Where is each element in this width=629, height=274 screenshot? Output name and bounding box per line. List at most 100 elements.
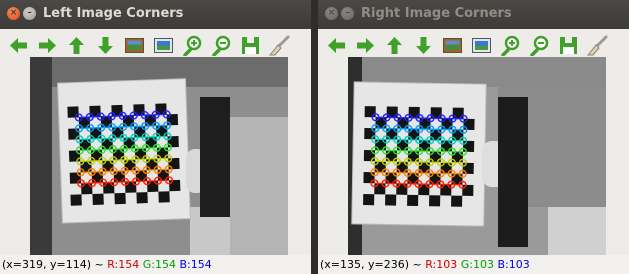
checker-square [81,182,93,195]
window-title: Right Image Corners [361,6,512,21]
checker-square [440,184,452,196]
checker-square [70,194,82,206]
checkerboard [351,81,487,227]
right-image-window: × – Right Image Corners (x=135, y=236) ~… [318,0,629,274]
image-view[interactable] [30,57,288,255]
checker-square [135,170,148,182]
checker-square [103,182,115,194]
checker-square [430,107,442,119]
pan-right-button[interactable] [353,33,378,58]
minimize-button[interactable]: – [23,7,36,20]
checker-square [407,172,419,185]
checker-square [134,148,147,160]
checker-square [407,194,419,207]
checker-square [396,161,408,173]
checker-square [156,147,169,159]
image-view[interactable] [348,57,606,255]
checker-square [124,159,136,171]
zoom-fit-icon [125,37,144,53]
checker-square [145,136,157,149]
checker-square [407,150,420,163]
zoom-out-icon [530,35,549,56]
pan-down-button[interactable] [93,33,118,58]
checker-square [375,117,387,129]
checker-square [429,195,441,207]
checker-square [385,194,397,206]
checker-square [419,140,431,152]
title-bar[interactable]: × – Right Image Corners [318,0,629,29]
status-bar: (x=135, y=236) ~ R:103 G:103 B:103 [318,255,629,274]
blue-value: B:154 [179,258,212,271]
pan-right-button[interactable] [35,33,60,58]
minimize-button[interactable]: – [341,7,354,20]
zoom-out-button[interactable] [209,33,234,58]
zoom-out-button[interactable] [527,33,552,58]
checker-square [112,126,124,139]
checker-square [123,137,135,149]
checker-square [429,151,442,163]
checker-square [462,162,474,174]
pixel-coords: (x=319, y=114) ~ [2,258,108,271]
checker-square [463,140,475,152]
pan-left-button[interactable] [6,33,31,58]
checker-square [385,172,397,184]
checker-square [122,115,135,127]
brush-icon [269,35,290,55]
checker-square [155,103,167,115]
pan-up-button[interactable] [64,33,89,58]
arm [200,97,230,217]
save-button[interactable] [238,33,263,58]
zoom-original-icon [472,37,491,53]
checker-square [80,161,92,173]
checker-square [451,151,464,163]
arrow-right-icon [39,37,56,53]
checker-square [408,128,420,141]
zoom-in-icon [183,35,202,56]
checker-square [451,195,463,207]
pan-down-button[interactable] [411,33,436,58]
red-value: R:103 [425,258,458,271]
checker-square [385,150,398,162]
checker-square [157,169,170,181]
checker-square [156,125,168,137]
status-bar: (x=319, y=114) ~ R:154 G:154 B:154 [0,255,311,274]
checker-square [397,139,409,151]
zoom-original-button[interactable] [151,33,176,58]
checker-square [136,192,148,204]
zoom-in-button[interactable] [498,33,523,58]
title-bar[interactable]: × – Left Image Corners [0,0,311,29]
checker-square [113,170,126,183]
checker-square [452,107,464,119]
checker-square [133,104,145,116]
save-icon [560,36,577,54]
checker-square [430,129,442,141]
zoom-fit-button[interactable] [440,33,465,58]
left-image-window: × – Left Image Corners (x=319, y=114) ~ … [0,0,311,274]
properties-button[interactable] [267,33,292,58]
checker-square [68,150,81,162]
checker-square [167,135,179,148]
close-button[interactable]: × [325,7,338,20]
save-button[interactable] [556,33,581,58]
checker-square [363,150,376,162]
checkerboard-image [348,57,606,255]
pixel-coords: (x=135, y=236) ~ [320,258,426,271]
zoom-fit-icon [443,37,462,53]
checker-square [364,106,376,118]
shelf [548,207,606,255]
pan-left-button[interactable] [324,33,349,58]
checker-square [102,160,114,172]
zoom-original-button[interactable] [469,33,494,58]
checker-square [419,118,431,130]
zoom-fit-button[interactable] [122,33,147,58]
properties-button[interactable] [585,33,610,58]
window-title: Left Image Corners [43,6,184,21]
close-button[interactable]: × [7,7,20,20]
pan-up-button[interactable] [382,33,407,58]
checker-square [92,193,104,205]
checker-square [429,173,441,185]
zoom-in-button[interactable] [180,33,205,58]
arrow-left-icon [10,37,27,53]
checker-square [386,128,398,140]
checker-square [452,129,464,141]
